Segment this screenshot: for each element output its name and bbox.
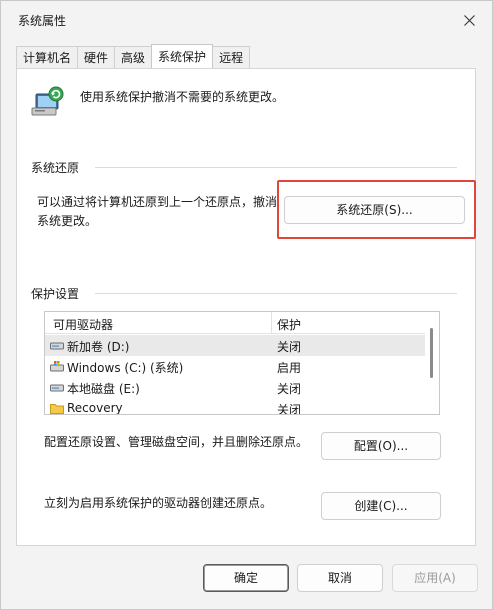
system-restore-button[interactable]: 系统还原(S)... xyxy=(284,196,465,224)
restore-description-line1: 可以通过将计算机还原到上一个还原点，撤消 xyxy=(37,195,277,209)
drive-protection: 关闭 xyxy=(277,382,302,396)
apply-button[interactable]: 应用(A) xyxy=(392,564,478,592)
restore-group-divider xyxy=(95,167,457,168)
close-icon xyxy=(463,14,475,26)
tab-computer-name[interactable]: 计算机名 xyxy=(16,46,79,68)
cancel-button[interactable]: 取消 xyxy=(297,564,383,592)
drive-protection: 启用 xyxy=(277,361,302,375)
tab-remote[interactable]: 远程 xyxy=(212,46,251,68)
drive-icon xyxy=(50,384,64,392)
restore-description-line2: 系统更改。 xyxy=(37,214,98,228)
drive-protection: 关闭 xyxy=(277,403,302,415)
drive-icon xyxy=(50,342,64,350)
drive-name: Recovery xyxy=(67,401,123,415)
tab-hardware[interactable]: 硬件 xyxy=(77,46,116,68)
drive-row[interactable]: 本地磁盘 (E:) 关闭 xyxy=(45,377,425,398)
folder-icon xyxy=(50,404,64,414)
drive-name: 新加卷 (D:) xyxy=(67,340,130,354)
restore-description: 可以通过将计算机还原到上一个还原点，撤消 系统更改。 xyxy=(37,193,277,231)
drive-list[interactable]: 可用驱动器 保护 新加卷 (D:) 关闭 Windows (C:) (系统) 启… xyxy=(44,311,440,415)
tab-panel xyxy=(16,68,476,546)
drive-row[interactable]: Recovery 关闭 xyxy=(45,398,425,415)
drive-name: 本地磁盘 (E:) xyxy=(67,382,140,396)
ok-button[interactable]: 确定 xyxy=(203,564,289,592)
create-description: 立刻为启用系统保护的驱动器创建还原点。 xyxy=(44,496,273,510)
create-button[interactable]: 创建(C)... xyxy=(321,492,441,520)
drive-row[interactable]: 新加卷 (D:) 关闭 xyxy=(45,335,425,356)
list-header: 可用驱动器 保护 xyxy=(45,312,425,334)
configure-button[interactable]: 配置(O)... xyxy=(321,432,441,460)
tab-system-protection[interactable]: 系统保护 xyxy=(151,44,214,68)
drive-name: Windows (C:) (系统) xyxy=(67,361,184,375)
restore-group-label: 系统还原 xyxy=(31,159,88,176)
system-protection-icon xyxy=(31,86,64,116)
system-drive-icon xyxy=(50,361,64,372)
close-button[interactable] xyxy=(446,1,492,39)
intro-text: 使用系统保护撤消不需要的系统更改。 xyxy=(80,90,285,104)
column-header-drive[interactable]: 可用驱动器 xyxy=(53,316,113,333)
drive-protection: 关闭 xyxy=(277,340,302,354)
tab-strip: 计算机名 硬件 高级 系统保护 远程 xyxy=(16,44,251,68)
drive-row[interactable]: Windows (C:) (系统) 启用 xyxy=(45,356,425,377)
list-scrollbar[interactable] xyxy=(425,312,439,414)
configure-description: 配置还原设置、管理磁盘空间，并且删除还原点。 xyxy=(44,435,309,449)
protection-group-label: 保护设置 xyxy=(31,285,88,302)
tab-advanced[interactable]: 高级 xyxy=(114,46,153,68)
window-title: 系统属性 xyxy=(18,14,67,28)
scrollbar-thumb[interactable] xyxy=(430,328,433,378)
title-bar: 系统属性 xyxy=(1,1,492,39)
column-divider[interactable] xyxy=(271,312,272,334)
protection-group-divider xyxy=(95,293,457,294)
column-header-protection[interactable]: 保护 xyxy=(277,316,301,333)
